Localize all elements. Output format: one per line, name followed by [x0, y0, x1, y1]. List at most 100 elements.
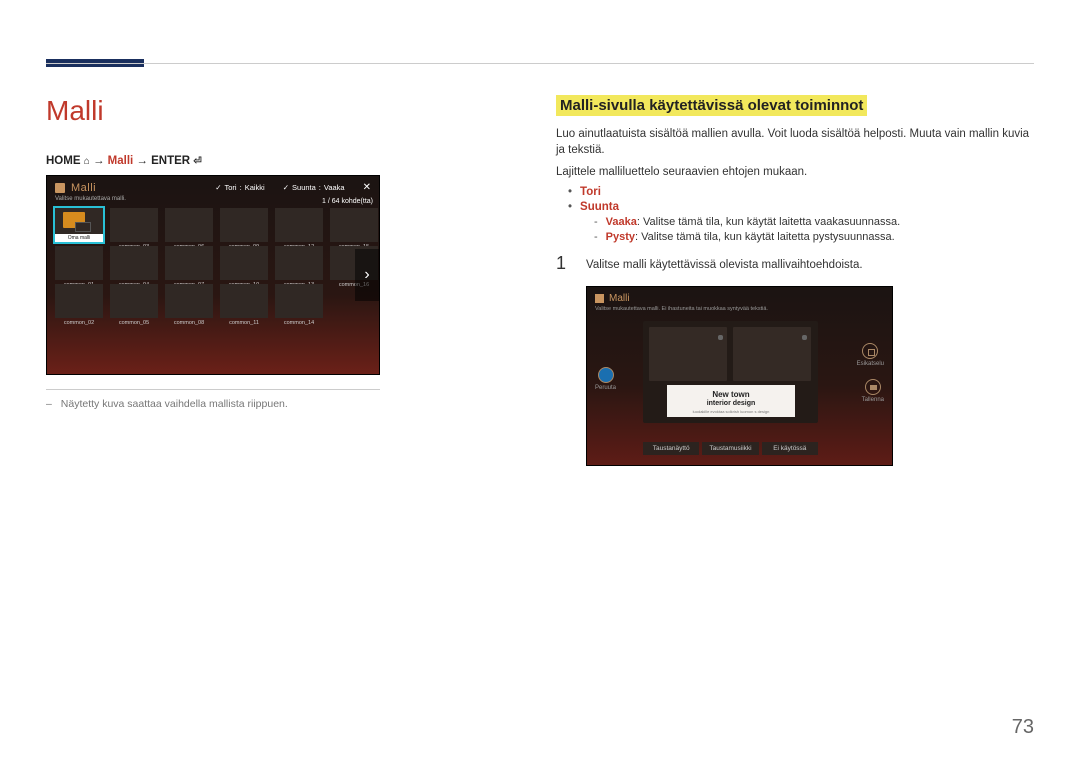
bg-music-button[interactable]: Taustamusiikki [702, 442, 758, 455]
checkmark-icon: ✓ [283, 183, 289, 192]
ss2-title: Malli [609, 293, 630, 304]
cell-label: common_08 [165, 320, 213, 326]
template-cell[interactable]: common_01 [55, 246, 103, 280]
cell-label: common_02 [55, 320, 103, 326]
cell-label: common_05 [110, 320, 158, 326]
template-cell[interactable]: common_13 [275, 246, 323, 280]
term-pysty: Pysty [606, 231, 635, 243]
template-cell-selected[interactable]: Oma malli [55, 208, 103, 242]
image-slot-left[interactable] [649, 327, 727, 381]
disabled-button[interactable]: Ei käytössä [762, 442, 818, 455]
home-icon: ⌂ [84, 156, 90, 167]
breadcrumb-arrow-2: → [136, 155, 148, 167]
filter-tori[interactable]: ✓ Tori : Kaikki [215, 182, 265, 193]
checkmark-icon: ✓ [215, 183, 221, 192]
sub-pysty: Pysty: Valitse tämä tila, kun käytät lai… [594, 231, 1034, 243]
cancel-label: Peruuta [595, 385, 616, 391]
preview-icon [862, 343, 878, 359]
term-vaaka: Vaaka [606, 216, 637, 228]
edit-icon [802, 335, 807, 340]
term-tori: Tori [580, 186, 601, 198]
filter-suunta-label: Suunta [292, 183, 316, 192]
text-vaaka: : Valitse tämä tila, kun käytät laitetta… [637, 216, 900, 228]
template-cell[interactable]: common_08 [165, 284, 213, 318]
header-rule [46, 63, 1034, 64]
filter-tori-value: Kaikki [245, 183, 265, 192]
step-1: 1 Valitse malli käytettävissä olevista m… [556, 253, 1034, 274]
cell-label: common_11 [220, 320, 268, 326]
ss2-header: Malli [587, 287, 892, 306]
ss1-controls: ✓ Tori : Kaikki ✓ Suunta : Vaaka ✕ [215, 182, 371, 193]
cell-label: Oma malli [55, 234, 103, 242]
enter-icon: ⏎ [193, 156, 201, 167]
template-cell[interactable]: common_09 [220, 208, 268, 242]
breadcrumb-enter: ENTER [151, 155, 190, 167]
bg-display-button[interactable]: Taustanäyttö [643, 442, 699, 455]
template-cell[interactable]: common_14 [275, 284, 323, 318]
step-text: Valitse malli käytettävissä olevista mal… [586, 253, 1034, 273]
note-text: – Näytetty kuva saattaa vaihdella mallis… [46, 398, 516, 410]
template-cell[interactable]: common_07 [165, 246, 213, 280]
filter-suunta[interactable]: ✓ Suunta : Vaaka [283, 182, 345, 193]
section-heading: Malli-sivulla käytettävissä olevat toimi… [556, 95, 867, 116]
template-cell[interactable]: common_10 [220, 246, 268, 280]
text-pysty: : Valitse tämä tila, kun käytät laitetta… [635, 231, 895, 243]
item-count: 1 / 64 kohde(tta) [322, 198, 373, 205]
divider [46, 389, 380, 390]
save-label: Tallenna [862, 397, 884, 403]
image-slot-right[interactable] [733, 327, 811, 381]
bullet-list: Tori Suunta Vaaka: Valitse tämä tila, ku… [556, 186, 1034, 243]
template-cell[interactable]: common_05 [110, 284, 158, 318]
close-icon[interactable]: ✕ [363, 182, 371, 193]
cell-label: common_14 [275, 320, 323, 326]
template-cell[interactable]: common_12 [275, 208, 323, 242]
preview-label: Esikatselu [857, 361, 884, 367]
back-icon [598, 367, 614, 383]
screenshot-grid: Malli Valitse mukautettava malli. ✓ Tori… [46, 175, 380, 375]
preview-button[interactable]: Esikatselu [857, 343, 884, 367]
filter-tori-label: Tori [225, 183, 237, 192]
template-cell[interactable]: common_15 [330, 208, 378, 242]
note-text-value: Näytetty kuva saattaa vaihdella mallista… [61, 398, 288, 410]
ss1-title: Malli [71, 182, 96, 194]
right-column: Malli-sivulla käytettävissä olevat toimi… [556, 95, 1034, 466]
malli-icon [595, 294, 604, 303]
text-line-3: luodakille evoktaa solkrish luomon s des… [667, 410, 795, 415]
ss2-subtitle: Valitse mukautettava malli. Ei ihastunei… [587, 306, 892, 316]
template-cell[interactable]: common_11 [220, 284, 268, 318]
sub-list: Vaaka: Valitse tämä tila, kun käytät lai… [568, 216, 1034, 243]
bullet-tori: Tori [568, 186, 1034, 198]
text-line-1: New town [667, 390, 795, 400]
save-button[interactable]: Tallenna [862, 379, 884, 403]
next-page-icon[interactable]: › [355, 249, 379, 301]
breadcrumb: HOME ⌂ → Malli → ENTER ⏎ [46, 155, 516, 167]
text-slot[interactable]: New town interior design luodakille evok… [667, 385, 795, 417]
step-number: 1 [556, 253, 570, 274]
template-cell[interactable]: common_02 [55, 284, 103, 318]
dash-icon: – [46, 398, 52, 410]
template-cell[interactable]: common_06 [165, 208, 213, 242]
text-line-2: interior design [667, 400, 795, 408]
cancel-button[interactable]: Peruuta [595, 367, 616, 391]
page-title: Malli [46, 95, 516, 127]
page-container: Malli HOME ⌂ → Malli → ENTER ⏎ Malli Val… [0, 0, 1080, 466]
page-number: 73 [1012, 716, 1034, 739]
term-suunta: Suunta [580, 201, 619, 213]
preview-area: New town interior design luodakille evok… [643, 321, 818, 423]
bullet-suunta: Suunta Vaaka: Valitse tämä tila, kun käy… [568, 201, 1034, 243]
template-cell[interactable]: common_03 [110, 208, 158, 242]
screenshot-editor: Malli Valitse mukautettava malli. Ei iha… [586, 286, 893, 466]
template-grid: Oma malli common_03 common_06 common_09 … [47, 204, 379, 322]
sub-vaaka: Vaaka: Valitse tämä tila, kun käytät lai… [594, 216, 1034, 228]
save-icon [865, 379, 881, 395]
body-paragraph-2: Lajittele malliluettelo seuraavien ehtoj… [556, 164, 1034, 180]
overlay-icon [75, 222, 91, 232]
bottom-bar: Taustanäyttö Taustamusiikki Ei käytössä [643, 442, 818, 455]
left-column: Malli HOME ⌂ → Malli → ENTER ⏎ Malli Val… [46, 95, 516, 466]
template-cell[interactable]: common_04 [110, 246, 158, 280]
breadcrumb-arrow-1: → [93, 155, 105, 167]
breadcrumb-home: HOME [46, 155, 81, 167]
breadcrumb-mid: Malli [108, 155, 134, 167]
edit-icon [718, 335, 723, 340]
body-paragraph-1: Luo ainutlaatuista sisältöä mallien avul… [556, 126, 1034, 158]
